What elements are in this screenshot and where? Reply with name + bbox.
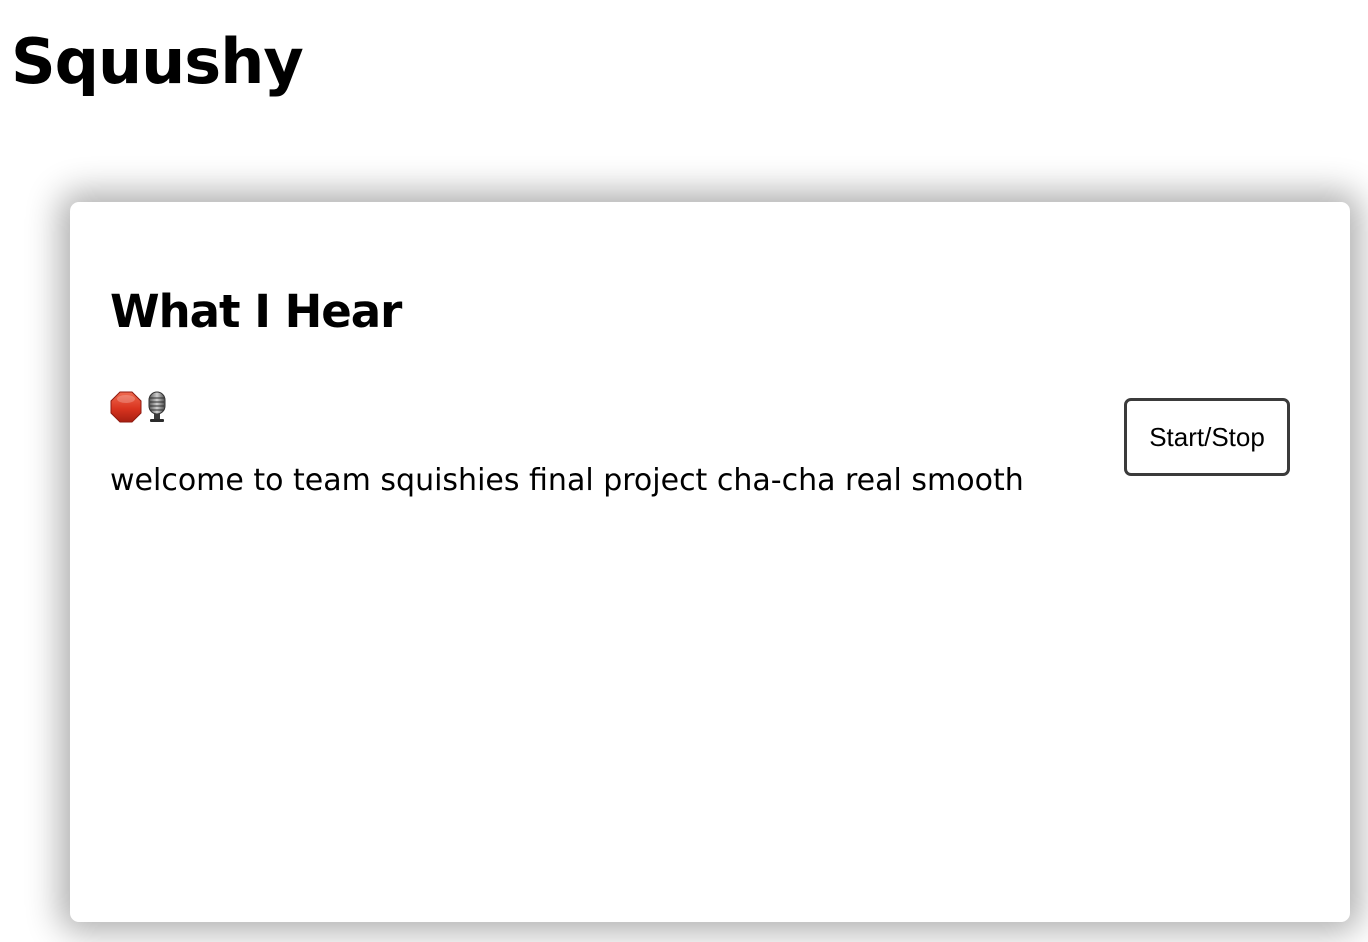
status-icons [110, 390, 176, 424]
stop-sign-icon [110, 390, 142, 424]
card-title: What I Hear [110, 285, 402, 338]
speech-card: What I Hear welcome to team squishies fi… [70, 202, 1350, 922]
start-stop-button[interactable]: Start/Stop [1124, 398, 1290, 476]
app-title: Squushy [11, 25, 304, 98]
microphone-icon [144, 390, 176, 424]
transcript-text: welcome to team squishies final project … [110, 463, 1024, 498]
